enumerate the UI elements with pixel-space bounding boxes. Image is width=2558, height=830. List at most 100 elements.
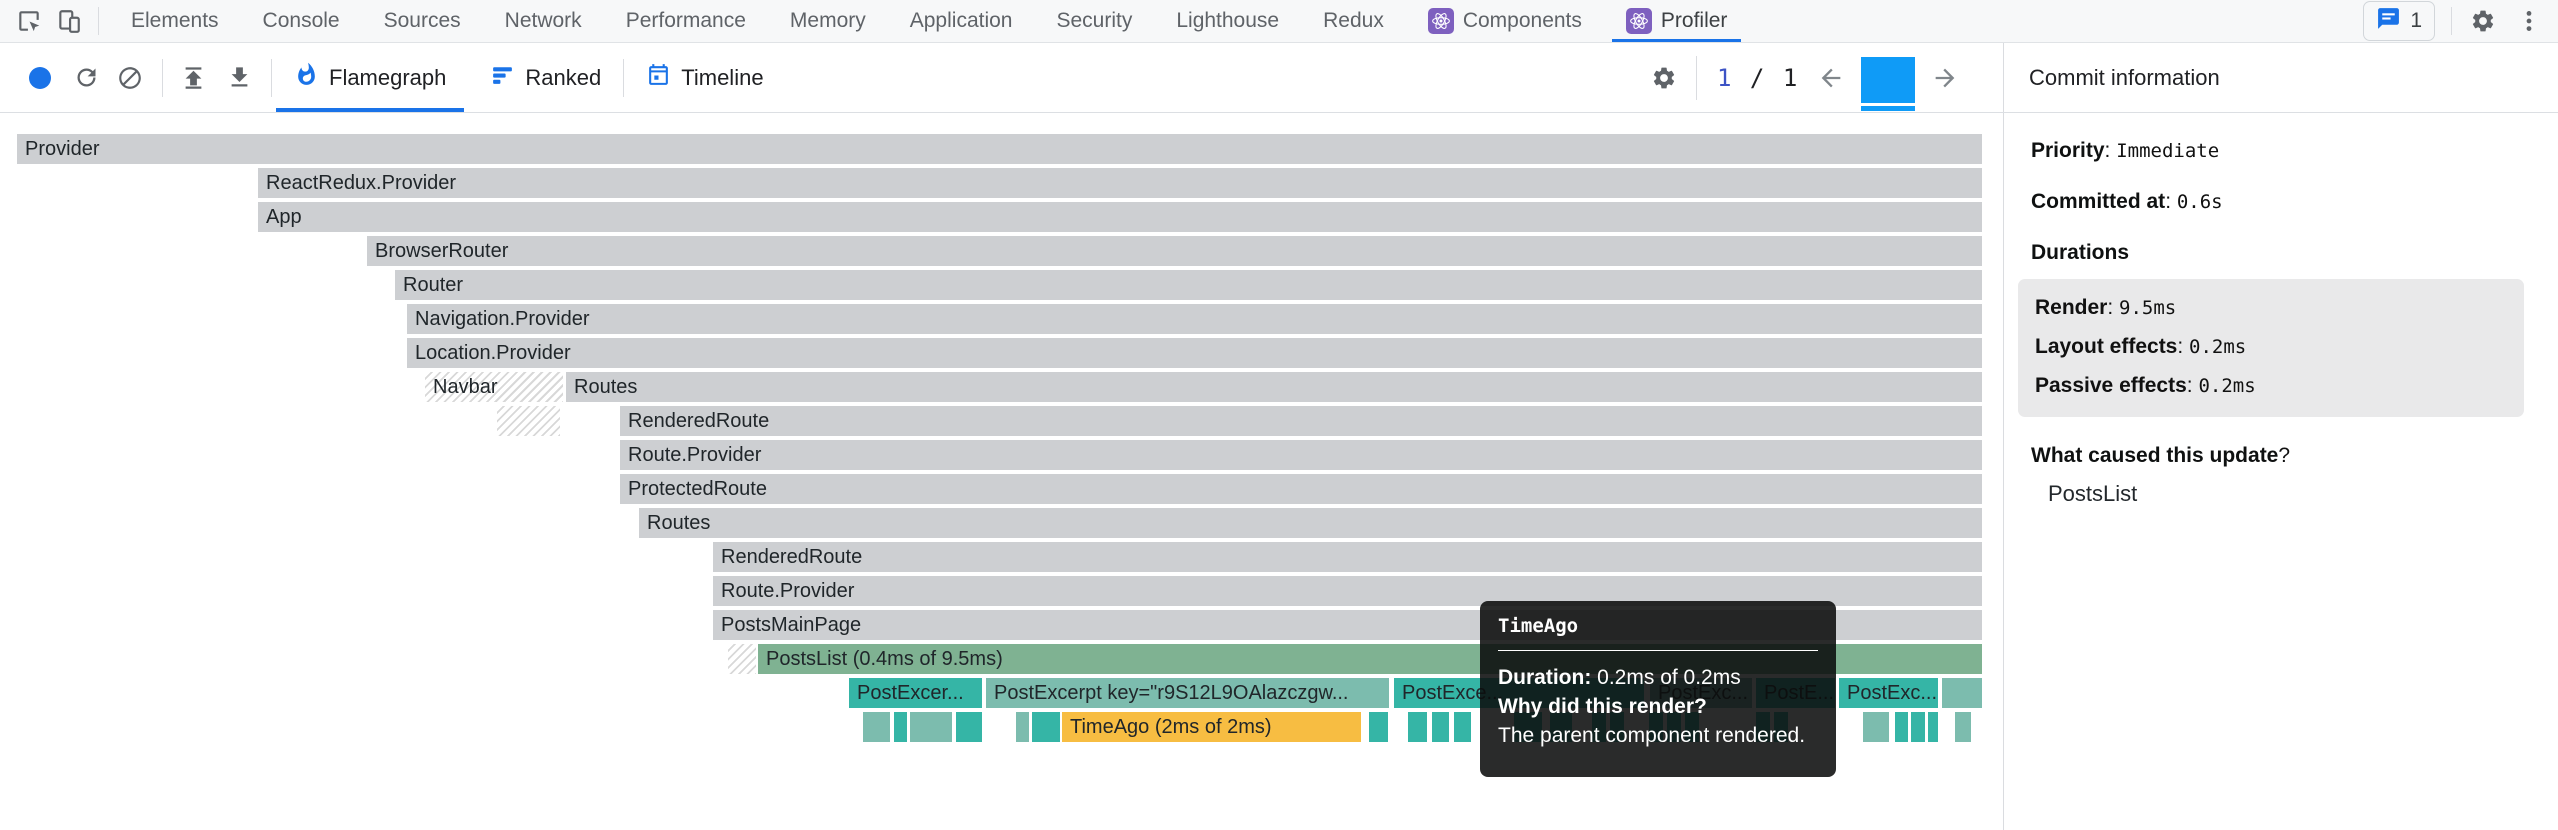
tooltip-why-label: Why did this render? bbox=[1498, 695, 1707, 718]
duration-value: 0.2ms bbox=[2189, 336, 2246, 358]
flame-bar-renderedroute[interactable]: RenderedRoute bbox=[620, 406, 1982, 436]
flame-bar-routes[interactable]: Routes bbox=[639, 508, 1982, 538]
tab-label: Memory bbox=[790, 9, 866, 33]
flame-bar-segment[interactable] bbox=[1369, 712, 1388, 742]
tab-label: Flamegraph bbox=[329, 65, 446, 91]
tooltip-divider bbox=[1498, 650, 1818, 651]
reload-icon[interactable] bbox=[72, 64, 100, 92]
tab-lighthouse[interactable]: Lighthouse bbox=[1154, 0, 1301, 42]
devtools-window: ElementsConsole Sources Network Performance… bbox=[0, 0, 2558, 830]
divider bbox=[98, 7, 99, 35]
download-icon[interactable] bbox=[225, 64, 253, 92]
flame-bar-navbar[interactable]: Navbar bbox=[425, 372, 563, 402]
caused-by-component[interactable]: PostsList bbox=[2031, 481, 2534, 507]
flame-bar-postexcer...[interactable]: PostExcer... bbox=[849, 678, 982, 708]
tab-label: Performance bbox=[626, 9, 746, 33]
tab-elements[interactable]: Elements bbox=[109, 0, 241, 42]
react-icon bbox=[1626, 8, 1652, 34]
flame-bar-segment[interactable] bbox=[1408, 712, 1427, 742]
clear-icon[interactable] bbox=[116, 64, 144, 92]
flame-bar-segment[interactable] bbox=[1911, 712, 1925, 742]
tab-label: Application bbox=[910, 9, 1013, 33]
flame-bar-router[interactable]: Router bbox=[395, 270, 1982, 300]
tab-label: Timeline bbox=[681, 65, 763, 91]
commit-navigation: 1 / 1 bbox=[1650, 43, 1959, 112]
gear-icon[interactable] bbox=[2468, 6, 2498, 36]
flame-bar-route.provider[interactable]: Route.Provider bbox=[620, 440, 1982, 470]
flame-bar-segment[interactable] bbox=[1942, 678, 1982, 708]
profiler-toolbar-left: Flamegraph Ranked Timeline bbox=[0, 43, 786, 112]
tab-console[interactable]: Console bbox=[241, 0, 362, 42]
react-icon bbox=[1428, 8, 1454, 34]
flame-bar-segment[interactable] bbox=[1955, 712, 1971, 742]
commit-counter-separator: / bbox=[1750, 64, 1766, 92]
flame-bar-postexc...[interactable]: PostExc... bbox=[1839, 678, 1938, 708]
tab-profiler[interactable]: Profiler bbox=[1604, 0, 1750, 42]
commit-information-panel: Priority: Immediate Committed at: 0.6s D… bbox=[2003, 113, 2558, 830]
gear-icon[interactable] bbox=[1650, 64, 1678, 92]
tab-label: Ranked bbox=[525, 65, 601, 91]
tab-security[interactable]: Security bbox=[1034, 0, 1154, 42]
tab-network[interactable]: Network bbox=[483, 0, 604, 42]
flame-bar-segment[interactable] bbox=[1016, 712, 1029, 742]
what-caused-qmark: ? bbox=[2278, 444, 2290, 467]
issues-count: 1 bbox=[2410, 9, 2422, 33]
tab-timeline[interactable]: Timeline bbox=[624, 43, 785, 112]
durations-box: Render: 9.5msLayout effects: 0.2msPassiv… bbox=[2018, 279, 2524, 417]
flame-bar-postexcerpt[interactable]: PostExcerpt key="r9S12L9OAlazczgw... bbox=[986, 678, 1389, 708]
issues-button[interactable]: 1 bbox=[2363, 1, 2435, 41]
tab-ranked[interactable]: Ranked bbox=[468, 43, 623, 112]
duration-label: Layout effects bbox=[2035, 335, 2177, 358]
priority-label: Priority bbox=[2031, 139, 2105, 162]
tab-label: Redux bbox=[1323, 9, 1384, 33]
priority-value: Immediate bbox=[2116, 140, 2219, 162]
commit-selector-current[interactable] bbox=[1861, 57, 1915, 103]
what-caused-heading: What caused this update? bbox=[2031, 444, 2534, 468]
device-toolbar-icon[interactable] bbox=[54, 6, 84, 36]
flame-bar-segment[interactable] bbox=[1432, 712, 1449, 742]
flame-bar-provider[interactable]: Provider bbox=[17, 134, 1982, 164]
tab-label: Sources bbox=[384, 9, 461, 33]
more-vertical-icon[interactable] bbox=[2514, 6, 2544, 36]
flame-bar-renderedroute[interactable]: RenderedRoute bbox=[713, 542, 1982, 572]
flame-bar-routes[interactable]: Routes bbox=[566, 372, 1982, 402]
flame-bar-segment[interactable] bbox=[728, 644, 756, 674]
flame-bar-segment[interactable] bbox=[1032, 712, 1060, 742]
arrow-left-icon[interactable] bbox=[1817, 64, 1845, 92]
tab-flamegraph[interactable]: Flamegraph bbox=[272, 43, 468, 112]
record-icon[interactable] bbox=[29, 67, 51, 89]
flame-bar-segment[interactable] bbox=[1928, 712, 1938, 742]
tab-application[interactable]: Application bbox=[888, 0, 1035, 42]
flame-bar-segment[interactable] bbox=[1895, 712, 1908, 742]
arrow-right-icon[interactable] bbox=[1931, 64, 1959, 92]
tooltip-duration-value: 0.2ms of 0.2ms bbox=[1597, 666, 1741, 689]
flame-bar-reactredux.provider[interactable]: ReactRedux.Provider bbox=[258, 168, 1982, 198]
tab-sources[interactable]: Sources bbox=[362, 0, 483, 42]
flame-bar-timeago[interactable]: TimeAgo (2ms of 2ms) bbox=[1062, 712, 1361, 742]
flame-bar-browserrouter[interactable]: BrowserRouter bbox=[367, 236, 1982, 266]
inspect-element-icon[interactable] bbox=[14, 6, 44, 36]
flame-bar-segment[interactable] bbox=[1454, 712, 1471, 742]
tab-memory[interactable]: Memory bbox=[768, 0, 888, 42]
flame-bar-segment[interactable] bbox=[894, 712, 907, 742]
divider bbox=[1696, 56, 1697, 100]
tab-label: Network bbox=[505, 9, 582, 33]
tab-redux[interactable]: Redux bbox=[1301, 0, 1406, 42]
flame-bar-location.provider[interactable]: Location.Provider bbox=[407, 338, 1982, 368]
flame-bar-segment[interactable] bbox=[863, 712, 890, 742]
flame-bar-app[interactable]: App bbox=[258, 202, 1982, 232]
flame-bar-navigation.provider[interactable]: Navigation.Provider bbox=[407, 304, 1982, 334]
tab-components[interactable]: Components bbox=[1406, 0, 1604, 42]
commit-info-title-text: Commit information bbox=[2029, 65, 2220, 91]
commit-selector[interactable] bbox=[1861, 43, 1915, 112]
upload-icon[interactable] bbox=[179, 64, 207, 92]
tab-label: Lighthouse bbox=[1176, 9, 1279, 33]
tab-label: Security bbox=[1056, 9, 1132, 33]
flame-bar-segment[interactable] bbox=[956, 712, 982, 742]
flame-bar-segment[interactable] bbox=[1863, 712, 1889, 742]
flame-bar-segment[interactable] bbox=[910, 712, 952, 742]
flame-bar-protectedroute[interactable]: ProtectedRoute bbox=[620, 474, 1982, 504]
flame-bar-segment[interactable] bbox=[497, 406, 560, 436]
tooltip-component-name: TimeAgo bbox=[1498, 615, 1818, 637]
tab-performance[interactable]: Performance bbox=[604, 0, 768, 42]
